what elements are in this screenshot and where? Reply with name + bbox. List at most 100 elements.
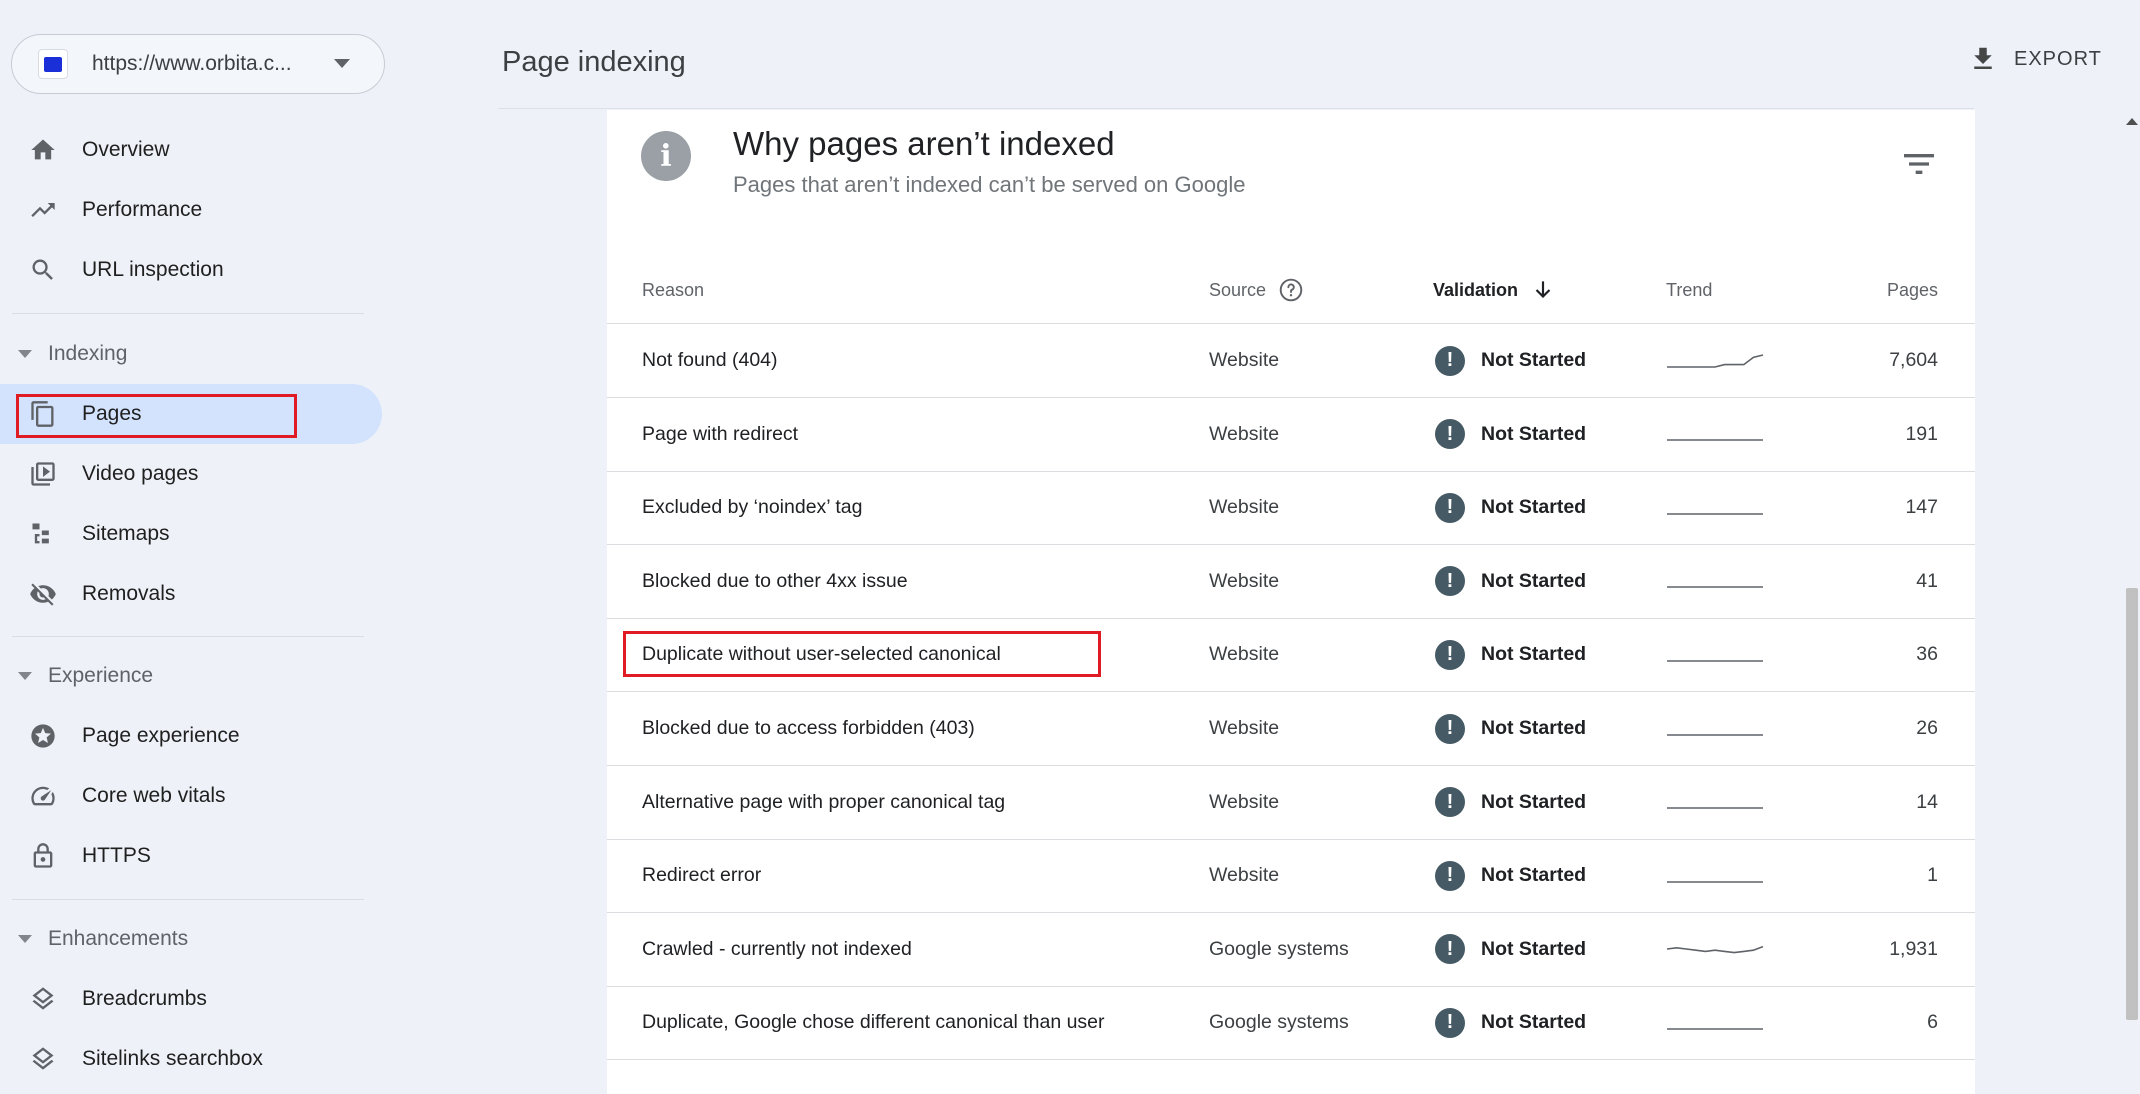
sidebar-item-core-web-vitals[interactable]: Core web vitals [0,766,382,826]
sidebar-divider [12,899,364,900]
column-header-reason[interactable]: Reason [642,270,704,310]
warning-icon: ! [1435,419,1465,450]
table-row[interactable]: Page with redirect Website! Not Started 191 [607,398,1975,472]
eye-off-icon [28,579,58,609]
property-logo [38,49,68,79]
pages-cell: 6 [1927,1011,1938,1034]
section-label: Indexing [48,342,128,365]
warning-icon: ! [1435,934,1465,965]
table-row[interactable]: Not found (404) Website! Not Started 7,604 [607,324,1975,398]
sidebar-item-https[interactable]: HTTPS [0,826,382,886]
trend-sparkline [1667,586,1763,589]
sidebar-item-page-experience[interactable]: Page experience [0,706,382,766]
column-header-validation[interactable]: Validation [1433,270,1556,310]
column-header-pages[interactable]: Pages [1887,270,1938,310]
table-row[interactable]: Crawled - currently not indexed Google sy… [607,913,1975,987]
sidebar-item-pages[interactable]: Pages [0,384,382,444]
layers-icon [28,1044,58,1074]
table-row[interactable]: Duplicate without user-selected canonica… [607,618,1975,693]
reason-cell: Excluded by ‘noindex’ tag [642,496,863,519]
layers-icon [28,984,58,1014]
column-header-label: Reason [642,279,705,300]
trending-up-icon [28,195,58,225]
sidebar-item-label: Performance [82,198,203,221]
sidebar-item-performance[interactable]: Performance [0,180,382,240]
source-cell: Website [1209,496,1280,519]
sidebar-item-video-pages[interactable]: Video pages [0,444,382,504]
column-header-source[interactable]: Source [1209,270,1304,310]
not-indexed-card: i Why pages aren’t indexed Pages that ar… [607,110,1975,1094]
sidebar-item-label: HTTPS [82,844,151,867]
help-icon[interactable] [1278,277,1304,303]
source-cell: Website [1209,717,1280,739]
sidebar-item-label: Sitemaps [82,522,170,545]
arrow-down-icon [1535,281,1551,299]
section-indexing[interactable]: Indexing [0,329,382,379]
sidebar-item-breadcrumbs[interactable]: Breadcrumbs [0,969,382,1029]
validation-cell: ! Not Started [1435,986,1586,1059]
sitemap-icon [28,519,58,549]
trend-cell [1665,913,1765,986]
reason-cell: Duplicate, Google chose different canoni… [642,1011,1105,1034]
warning-icon: ! [1435,787,1465,818]
filter-button[interactable] [1899,144,1939,184]
trend-cell [1665,986,1765,1059]
source-cell: Google systems [1209,1011,1349,1034]
pages-cell: 41 [1916,569,1938,592]
info-icon: i [641,131,691,181]
trend-sparkline [1667,353,1764,368]
scroll-up-arrow-icon[interactable] [2126,118,2138,125]
download-icon [1974,47,1992,69]
page-title: Page indexing [502,46,686,78]
property-selector[interactable]: https://www.orbita.c... [11,34,385,94]
trend-cell [1665,692,1765,765]
section-label: Enhancements [48,927,189,950]
sidebar-item-overview[interactable]: Overview [0,120,382,180]
validation-cell: ! Not Started [1435,398,1586,471]
pages-cell: 147 [1905,496,1938,519]
validation-cell: ! Not Started [1435,545,1586,618]
validation-status: Not Started [1481,1011,1587,1034]
scrollbar-thumb[interactable] [2126,588,2138,1020]
trend-sparkline [1667,880,1763,883]
sidebar-item-removals[interactable]: Removals [0,564,382,624]
column-header-label: Trend [1666,279,1713,300]
trend-cell [1665,471,1765,544]
validation-cell: ! Not Started [1435,839,1586,912]
sidebar-item-label: Core web vitals [82,784,226,807]
validation-status: Not Started [1481,349,1587,371]
export-button[interactable]: EXPORT [1968,44,2102,74]
table-row[interactable]: Blocked due to other 4xx issue Website! No… [607,545,1975,619]
source-cell: Website [1209,790,1280,813]
chevron-down-icon[interactable] [334,59,350,68]
sidebar-item-label: URL inspection [82,258,224,281]
warning-icon: ! [1435,639,1465,670]
column-header-label: Validation [1433,279,1519,300]
trend-cell [1665,766,1765,839]
search-icon [28,255,58,285]
sidebar-item-url-inspection[interactable]: URL inspection [0,240,382,300]
sidebar-item-label: Video pages [82,462,199,485]
validation-status: Not Started [1481,790,1587,813]
section-enhancements[interactable]: Enhancements [0,914,382,964]
reason-cell: Not found (404) [642,349,778,371]
table-row[interactable]: Duplicate, Google chose different canoni… [607,986,1975,1061]
reason-cell: Crawled - currently not indexed [642,937,912,960]
table-row[interactable]: Alternative page with proper canonical t… [607,766,1975,840]
sidebar-item-sitemaps[interactable]: Sitemaps [0,504,382,564]
sidebar-item-sitelinks-searchbox[interactable]: Sitelinks searchbox [0,1029,382,1089]
table-row[interactable]: Redirect error Website! Not Started 1 [607,839,1975,914]
pages-cell: 1,931 [1889,937,1938,960]
column-header-label: Source [1209,279,1267,300]
speedometer-icon [28,781,58,811]
pages-cell: 36 [1916,643,1938,666]
source-cell: Google systems [1209,937,1349,960]
reason-cell: Duplicate without user-selected canonica… [642,643,1001,666]
validation-cell: ! Not Started [1435,692,1586,765]
trend-sparkline [1666,946,1764,954]
trend-cell [1665,839,1765,912]
table-row[interactable]: Excluded by ‘noindex’ tag Website! Not Sta… [607,471,1975,546]
section-experience[interactable]: Experience [0,651,382,701]
table-row[interactable]: Blocked due to access forbidden (403) Web… [607,692,1975,766]
sidebar-item-label: Pages [82,402,142,425]
